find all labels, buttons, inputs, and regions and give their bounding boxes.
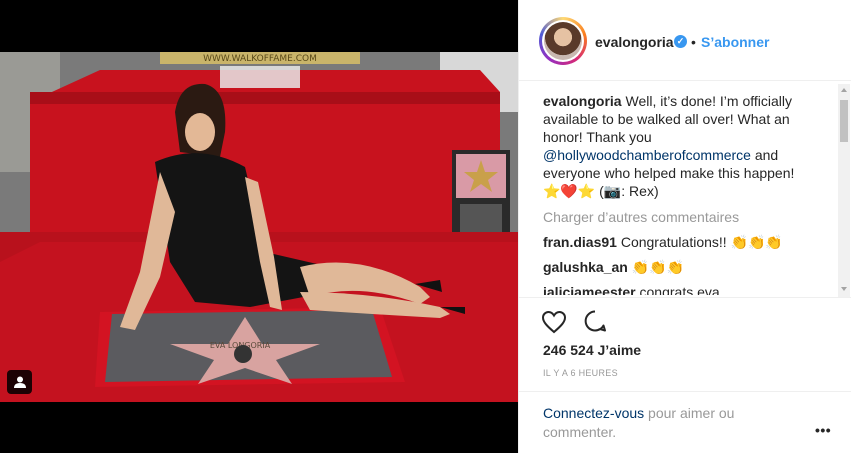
load-more-comments-button[interactable]: Charger d’autres commentaires [543,208,833,226]
likes-count[interactable]: 246 524 J’aime [543,342,641,358]
post-header: evalongoria ✓ • S’abonner [519,0,851,81]
walk-of-fame-sign: WWW.WALKOFFAME.COM [203,54,317,64]
comment-username[interactable]: jaliciameester [543,284,636,295]
verified-badge-icon: ✓ [674,35,687,48]
comment-text: 👏👏👏 [627,259,685,275]
comments-scrollbar[interactable] [838,84,850,297]
comments-list[interactable]: evalongoria Well, it’s done! I’m officia… [543,92,833,295]
caption-username[interactable]: evalongoria [543,93,622,109]
comment-icon[interactable] [583,309,607,333]
caption: evalongoria Well, it’s done! I’m officia… [543,92,795,200]
login-prompt: Connectez-vous pour aimer ou commenter. … [519,391,851,453]
post-actions: 246 524 J’aime IL Y A 6 HEURES Connectez… [519,297,851,453]
user-tag-button[interactable] [7,370,32,394]
avatar-image [544,22,582,60]
scroll-down-arrow-icon[interactable] [841,287,847,291]
comment-username[interactable]: fran.dias91 [543,234,617,250]
separator-dot: • [691,34,696,50]
media-bottom-band [0,402,518,453]
post-details-panel: evalongoria ✓ • S’abonner evalongoria We… [518,0,851,453]
user-tag-icon [13,376,26,388]
comment-username[interactable]: galushka_an [543,259,628,275]
post-media[interactable]: WWW.WALKOFFAME.COM EVA LONGORIA [0,0,518,453]
comment-text: Congratulations!! 👏👏👏 [616,234,783,250]
post-timestamp[interactable]: IL Y A 6 HEURES [543,368,618,378]
comment-text: congrats eva [635,284,720,295]
scroll-up-arrow-icon[interactable] [841,88,847,92]
login-text: Connectez-vous pour aimer ou commenter. [543,404,773,442]
username-link[interactable]: evalongoria [595,34,674,50]
follow-button[interactable]: S’abonner [701,34,769,50]
comment-row: fran.dias91 Congratulations!! 👏👏👏 [543,233,833,251]
heart-icon[interactable] [541,310,567,334]
comment-row: jaliciameester congrats eva [543,283,833,295]
post-photo: WWW.WALKOFFAME.COM EVA LONGORIA [0,52,518,402]
caption-mention-link[interactable]: @hollywoodchamberofcommerce [543,147,751,163]
scrollbar-thumb[interactable] [840,100,848,142]
login-link[interactable]: Connectez-vous [543,405,644,421]
avatar[interactable] [539,17,587,65]
media-top-band [0,0,518,52]
more-options-icon[interactable]: ••• [815,422,831,438]
comment-row: galushka_an 👏👏👏 [543,258,833,276]
